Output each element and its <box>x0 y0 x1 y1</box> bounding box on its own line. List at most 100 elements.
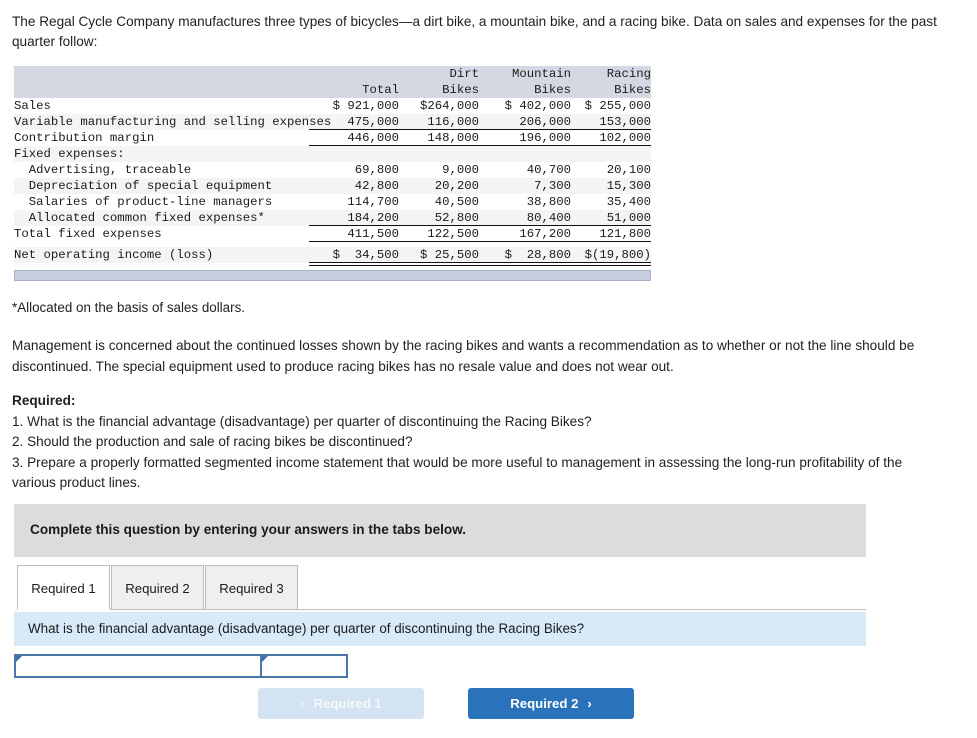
row-value-dirt <box>399 146 479 162</box>
financial-exhibit: Dirt Mountain Racing Total Bikes Bikes B… <box>14 66 651 266</box>
row-label: Total fixed expenses <box>14 227 162 241</box>
table-row: Variable manufacturing and selling expen… <box>14 114 651 130</box>
answer-input-amount[interactable] <box>262 656 346 676</box>
required-heading: Required: <box>12 393 76 408</box>
tab-nav-buttons: ‹ Required 1 Required 2 › <box>258 688 634 719</box>
row-value-total: $ 34,500 <box>309 247 399 266</box>
row-value-mountain: 206,000 <box>479 114 571 130</box>
col-header-mountain-bottom: Bikes <box>479 82 571 98</box>
row-value-mountain <box>479 146 571 162</box>
question-text: What is the financial advantage (disadva… <box>28 621 585 636</box>
cell-comment-marker-icon <box>16 656 22 662</box>
table-footnote: *Allocated on the basis of sales dollars… <box>12 300 245 315</box>
table-row-total: Net operating income (loss) $ 34,500 $ 2… <box>14 247 651 266</box>
row-value-total: 446,000 <box>309 130 399 146</box>
row-value-dirt: 52,800 <box>399 210 479 226</box>
row-value-racing: 153,000 <box>571 114 651 130</box>
row-value-racing: 102,000 <box>571 130 651 146</box>
instruction-banner-text: Complete this question by entering your … <box>30 522 467 537</box>
answer-cell-label[interactable] <box>14 654 262 678</box>
row-value-racing: 51,000 <box>571 210 651 226</box>
row-value-total: 411,500 <box>309 226 399 242</box>
col-header-blank-bottom <box>14 82 309 98</box>
row-value-racing: 15,300 <box>571 178 651 194</box>
row-label: Variable manufacturing and selling expen… <box>14 114 332 130</box>
next-required-label: Required 2 <box>510 696 579 711</box>
tab-required-1[interactable]: Required 1 <box>17 565 110 610</box>
table-header-row-2: Total Bikes Bikes Bikes <box>14 82 651 98</box>
management-paragraph: Management is concerned about the contin… <box>12 338 915 374</box>
required-block: Required: 1. What is the financial advan… <box>12 391 940 494</box>
row-value-mountain: $ 28,800 <box>479 247 571 266</box>
row-value-dirt: 40,500 <box>434 195 479 209</box>
required-item-1: 1. What is the financial advantage (disa… <box>12 413 592 429</box>
answer-grid <box>14 654 348 678</box>
row-value-racing: 35,400 <box>606 195 651 209</box>
row-value-total: 42,800 <box>309 178 399 194</box>
table-row: Total fixed expenses 411,500 122,500 167… <box>14 226 651 242</box>
row-value-racing: $(19,800) <box>571 247 651 266</box>
row-label: Sales <box>14 99 51 113</box>
row-value-total: 184,200 <box>309 210 399 226</box>
table-header-row-1: Dirt Mountain Racing <box>14 66 651 82</box>
row-value-total: 114,700 <box>347 195 399 209</box>
row-value-racing <box>571 146 651 162</box>
table-row: Fixed expenses: <box>14 146 651 162</box>
row-value-mountain: $ 402,000 <box>504 99 571 113</box>
prev-required-label: Required 1 <box>313 696 382 711</box>
chevron-left-icon: ‹ <box>300 696 305 711</box>
tab-required-2[interactable]: Required 2 <box>111 565 204 610</box>
row-value-total: 69,800 <box>354 163 399 177</box>
instruction-banner: Complete this question by entering your … <box>14 504 866 557</box>
table-body: Sales $ 921,000 $264,000 $ 402,000 $ 255… <box>14 98 651 266</box>
col-header-mountain-top: Mountain <box>479 66 571 82</box>
col-header-dirt-top: Dirt <box>399 66 479 82</box>
row-label: Salaries of product-line managers <box>14 195 273 209</box>
table-row: Allocated common fixed expenses* 184,200… <box>14 210 651 226</box>
row-value-dirt: 148,000 <box>399 130 479 146</box>
tab-required-3[interactable]: Required 3 <box>205 565 298 610</box>
row-value-dirt: $264,000 <box>419 99 479 113</box>
row-value-racing: $ 255,000 <box>584 99 651 113</box>
intro-paragraph: The Regal Cycle Company manufactures thr… <box>12 14 937 49</box>
row-value-total: $ 921,000 <box>332 99 399 113</box>
row-label: Net operating income (loss) <box>14 247 309 263</box>
row-value-total <box>309 146 399 162</box>
row-label: Allocated common fixed expenses* <box>14 210 309 226</box>
question-strip: What is the financial advantage (disadva… <box>14 612 866 646</box>
row-label: Contribution margin <box>14 131 155 145</box>
segment-income-table: Dirt Mountain Racing Total Bikes Bikes B… <box>14 66 651 266</box>
table-horizontal-scrollbar[interactable] <box>14 270 651 281</box>
col-header-dirt-bottom: Bikes <box>399 82 479 98</box>
table-row: Contribution margin 446,000 148,000 196,… <box>14 130 651 146</box>
next-required-button[interactable]: Required 2 › <box>468 688 634 719</box>
row-value-dirt: 9,000 <box>442 163 479 177</box>
prev-required-button[interactable]: ‹ Required 1 <box>258 688 424 719</box>
table-row: Advertising, traceable 69,800 9,000 40,7… <box>14 162 651 178</box>
answer-input-label[interactable] <box>16 656 260 676</box>
cell-comment-marker-icon <box>262 656 268 662</box>
row-label: Advertising, traceable <box>14 163 192 177</box>
required-item-3: 3. Prepare a properly formatted segmente… <box>12 454 903 491</box>
row-value-mountain: 196,000 <box>479 130 571 146</box>
row-value-mountain: 80,400 <box>479 210 571 226</box>
col-header-blank-top <box>14 66 309 82</box>
table-row: Salaries of product-line managers 114,70… <box>14 194 651 210</box>
row-value-racing: 121,800 <box>571 226 651 242</box>
row-value-racing: 20,100 <box>606 163 651 177</box>
table-row: Sales $ 921,000 $264,000 $ 402,000 $ 255… <box>14 98 651 114</box>
scrollbar-thumb[interactable] <box>15 271 650 280</box>
table-head: Dirt Mountain Racing Total Bikes Bikes B… <box>14 66 651 98</box>
col-header-total-bottom: Total <box>309 82 399 98</box>
col-header-racing-top: Racing <box>571 66 651 82</box>
row-value-dirt: 122,500 <box>399 226 479 242</box>
row-label: Depreciation of special equipment <box>14 178 309 194</box>
answer-cell-amount[interactable] <box>260 654 348 678</box>
row-value-mountain: 167,200 <box>479 226 571 242</box>
col-header-total-top <box>309 66 399 82</box>
chevron-right-icon: › <box>587 696 592 711</box>
row-value-mountain: 7,300 <box>479 178 571 194</box>
required-item-2: 2. Should the production and sale of rac… <box>12 434 413 449</box>
row-value-dirt: $ 25,500 <box>399 247 479 266</box>
row-value-mountain: 38,800 <box>526 195 571 209</box>
